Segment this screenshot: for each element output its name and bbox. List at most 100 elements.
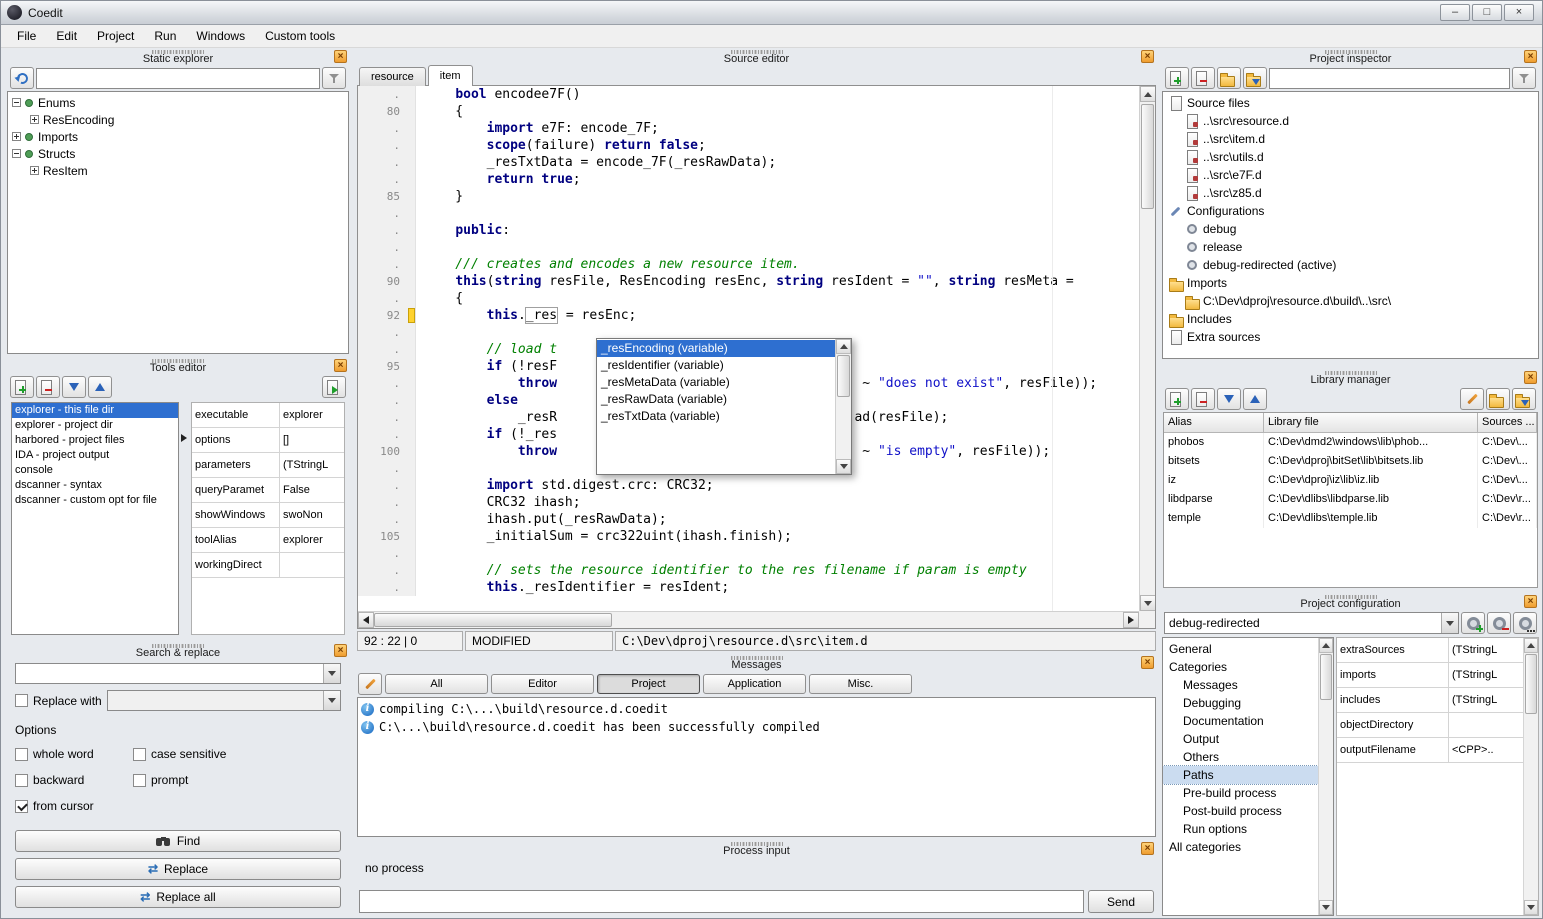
add-configuration-button[interactable]: [1461, 612, 1485, 634]
completion-item[interactable]: _resIdentifier (variable): [597, 357, 835, 374]
property-value[interactable]: explorer: [280, 403, 344, 427]
code-line[interactable]: . import e7F: encode_7F;: [358, 120, 1139, 137]
code-editor[interactable]: . bool encodee7F()80 {. import e7F: enco…: [357, 85, 1156, 629]
title-bar[interactable]: Coedit – □ ×: [1, 1, 1542, 25]
category-scrollbar[interactable]: [1318, 638, 1333, 915]
property-row[interactable]: options[]: [192, 428, 344, 453]
panel-header[interactable]: Tools editor ×: [7, 357, 349, 374]
completion-item[interactable]: _resMetaData (variable): [597, 374, 835, 391]
category-item-messages[interactable]: Messages: [1163, 676, 1318, 694]
panel-close-button[interactable]: ×: [334, 359, 347, 372]
tool-item[interactable]: harbored - project files: [12, 433, 178, 448]
minimize-button[interactable]: –: [1440, 4, 1470, 21]
code-line[interactable]: . public:: [358, 222, 1139, 239]
messages-list[interactable]: icompiling C:\...\build\resource.d.coedi…: [357, 697, 1156, 837]
tab-item[interactable]: item: [428, 65, 473, 86]
code-line[interactable]: . // sets the resource identifier to the…: [358, 562, 1139, 579]
code-line[interactable]: . ihash.put(_resRawData);: [358, 511, 1139, 528]
replace-all-button[interactable]: ⇄ Replace all: [15, 886, 341, 908]
category-item-all-categories[interactable]: All categories: [1163, 838, 1318, 856]
code-line[interactable]: . return true;: [358, 171, 1139, 188]
filter-button-editor[interactable]: Editor: [491, 674, 594, 694]
panel-close-button[interactable]: ×: [1141, 842, 1154, 855]
inspector-filter-input[interactable]: [1269, 68, 1510, 89]
tree-item-debug-redirected-active[interactable]: debug-redirected (active): [1163, 256, 1538, 274]
tree-item-src-item-d[interactable]: ..\src\item.d: [1163, 130, 1538, 148]
tree-item-configurations[interactable]: Configurations: [1163, 202, 1538, 220]
checkbox-box[interactable]: [15, 774, 28, 787]
property-value[interactable]: (TStringL: [1449, 638, 1523, 662]
configuration-selector[interactable]: debug-redirected: [1164, 612, 1459, 634]
scroll-up-button[interactable]: [1319, 638, 1333, 653]
dropdown-button[interactable]: [323, 691, 340, 710]
static-explorer-tree[interactable]: EnumsResEncodingImportsStructsResItem: [7, 91, 349, 354]
code-line[interactable]: . /// creates and encodes a new resource…: [358, 256, 1139, 273]
tool-item[interactable]: explorer - project dir: [12, 418, 178, 433]
scroll-up-button[interactable]: [1524, 638, 1538, 653]
menu-item-edit[interactable]: Edit: [46, 26, 87, 46]
checkbox-prompt[interactable]: prompt: [133, 773, 341, 787]
panel-header[interactable]: Static explorer ×: [7, 48, 349, 65]
tree-item-src-z85-d[interactable]: ..\src\z85.d: [1163, 184, 1538, 202]
add-source-button[interactable]: [1165, 67, 1189, 89]
dropdown-button[interactable]: [1441, 613, 1458, 633]
remove-tool-button[interactable]: [36, 376, 60, 398]
clone-configuration-button[interactable]: [1513, 612, 1537, 634]
category-item-categories[interactable]: Categories: [1163, 658, 1318, 676]
clear-filter-button[interactable]: [1512, 67, 1536, 89]
panel-close-button[interactable]: ×: [334, 50, 347, 63]
replace-term-combobox[interactable]: [107, 690, 341, 711]
category-item-debugging[interactable]: Debugging: [1163, 694, 1318, 712]
tree-item-src-resource-d[interactable]: ..\src\resource.d: [1163, 112, 1538, 130]
move-tool-up-button[interactable]: [88, 376, 112, 398]
tree-item-extra-sources[interactable]: Extra sources: [1163, 328, 1538, 346]
code-line[interactable]: 92 this._res = resEnc;: [358, 307, 1139, 324]
tree-item-imports[interactable]: Imports: [8, 128, 348, 145]
library-row[interactable]: libdparseC:\Dev\dlibs\libdparse.libC:\De…: [1164, 490, 1537, 509]
filter-button-application[interactable]: Application: [703, 674, 806, 694]
menu-item-run[interactable]: Run: [144, 26, 186, 46]
code-line[interactable]: 90 this(string resFile, ResEncoding resE…: [358, 273, 1139, 290]
category-tree[interactable]: GeneralCategoriesMessagesDebuggingDocume…: [1163, 638, 1318, 915]
expand-icon[interactable]: [12, 132, 21, 141]
category-item-run-options[interactable]: Run options: [1163, 820, 1318, 838]
message-item[interactable]: icompiling C:\...\build\resource.d.coedi…: [358, 700, 1155, 718]
scroll-down-button[interactable]: [1319, 900, 1333, 915]
clear-filter-button[interactable]: [322, 67, 346, 89]
column-header-library-file[interactable]: Library file: [1264, 413, 1478, 433]
category-item-others[interactable]: Others: [1163, 748, 1318, 766]
property-value[interactable]: (TStringL: [1449, 663, 1523, 687]
checkbox-box[interactable]: [15, 800, 28, 813]
expand-icon[interactable]: [30, 115, 39, 124]
remove-source-button[interactable]: [1191, 67, 1215, 89]
property-value[interactable]: False: [280, 478, 344, 502]
tree-item-structs[interactable]: Structs: [8, 145, 348, 162]
code-line[interactable]: . {: [358, 290, 1139, 307]
panel-close-button[interactable]: ×: [1524, 371, 1537, 384]
category-item-paths[interactable]: Paths: [1163, 766, 1318, 784]
property-value[interactable]: (TStringL: [1449, 688, 1523, 712]
property-row[interactable]: extraSources(TStringL: [1337, 638, 1523, 663]
panel-close-button[interactable]: ×: [334, 644, 347, 657]
tool-item[interactable]: console: [12, 463, 178, 478]
property-value[interactable]: swoNon: [280, 503, 344, 527]
code-line[interactable]: .: [358, 239, 1139, 256]
tree-item-resencoding[interactable]: ResEncoding: [8, 111, 348, 128]
filter-button-misc[interactable]: Misc.: [809, 674, 912, 694]
property-value[interactable]: [280, 553, 344, 577]
filter-button-project[interactable]: Project: [597, 674, 700, 694]
grid-scrollbar[interactable]: [1523, 638, 1538, 915]
code-line[interactable]: . CRC32 ihash;: [358, 494, 1139, 511]
library-row[interactable]: bitsetsC:\Dev\dproj\bitSet\lib\bitsets.l…: [1164, 452, 1537, 471]
tool-item[interactable]: dscanner - custom opt for file: [12, 493, 178, 508]
code-line[interactable]: 105 _initialSum = crc322uint(ihash.finis…: [358, 528, 1139, 545]
message-item[interactable]: iC:\...\build\resource.d.coedit has been…: [358, 718, 1155, 736]
code-line[interactable]: . _resTxtData = encode_7F(_resRawData);: [358, 154, 1139, 171]
code-line[interactable]: .: [358, 545, 1139, 562]
scrollbar-thumb[interactable]: [1525, 654, 1537, 714]
tree-item-debug[interactable]: debug: [1163, 220, 1538, 238]
property-row[interactable]: outputFilename<CPP>..: [1337, 738, 1523, 763]
open-library-button[interactable]: [1486, 388, 1510, 410]
scrollbar-thumb[interactable]: [837, 355, 850, 397]
tools-list[interactable]: explorer - this file direxplorer - proje…: [11, 402, 179, 635]
